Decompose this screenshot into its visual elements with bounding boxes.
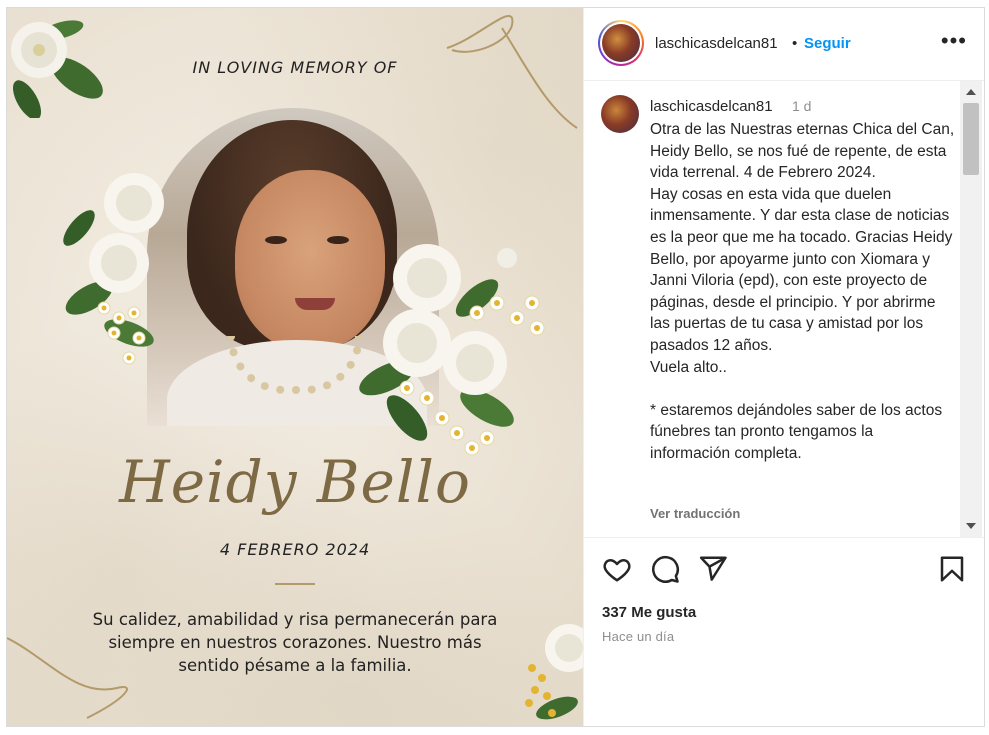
post-image[interactable]: IN LOVING MEMORY OF Heidy Bello 4 FEBRER… bbox=[7, 8, 583, 726]
post-side-panel: laschicasdelcan81 • Seguir ••• laschicas… bbox=[583, 8, 984, 726]
caption-section: laschicasdelcan81 1 d Otra de las Nuestr… bbox=[584, 81, 984, 537]
likes-count[interactable]: 337 Me gusta bbox=[602, 604, 696, 621]
post-header: laschicasdelcan81 • Seguir ••• bbox=[584, 8, 984, 81]
caption-username[interactable]: laschicasdelcan81 bbox=[650, 98, 773, 115]
caption-text: Otra de las Nuestras eternas Chica del C… bbox=[650, 121, 955, 462]
separator-dot: • bbox=[792, 35, 798, 52]
caption-avatar[interactable] bbox=[601, 95, 639, 133]
more-options-icon[interactable]: ••• bbox=[941, 28, 967, 54]
header-username[interactable]: laschicasdelcan81 bbox=[655, 35, 778, 52]
post-actions: 337 Me gusta Hace un día bbox=[584, 537, 984, 726]
bookmark-icon[interactable] bbox=[937, 554, 967, 584]
heart-icon[interactable] bbox=[602, 554, 632, 584]
scroll-thumb[interactable] bbox=[963, 103, 979, 175]
memorial-date: 4 FEBRERO 2024 bbox=[219, 540, 371, 559]
see-translation-link[interactable]: Ver traducción bbox=[650, 506, 740, 521]
flower-cluster-right bbox=[359, 244, 545, 456]
flower-bottom-right bbox=[525, 624, 583, 720]
share-icon[interactable] bbox=[698, 554, 728, 584]
memorial-heading: IN LOVING MEMORY OF bbox=[192, 58, 398, 77]
caption-scrollbar[interactable] bbox=[960, 81, 982, 537]
comment-icon[interactable] bbox=[650, 554, 680, 584]
profile-avatar[interactable] bbox=[598, 20, 644, 66]
divider bbox=[275, 583, 315, 585]
scroll-up-icon[interactable] bbox=[966, 89, 976, 95]
memorial-name: Heidy Bello bbox=[119, 448, 471, 516]
instagram-post-modal: IN LOVING MEMORY OF Heidy Bello 4 FEBRER… bbox=[6, 7, 985, 727]
memorial-message: Su calidez, amabilidad y risa permanecer… bbox=[92, 610, 498, 675]
post-time[interactable]: Hace un día bbox=[602, 629, 674, 644]
caption-timestamp[interactable]: 1 d bbox=[792, 98, 811, 114]
scroll-down-icon[interactable] bbox=[966, 523, 976, 529]
follow-button[interactable]: Seguir bbox=[804, 35, 851, 52]
flower-cluster-left bbox=[63, 173, 164, 365]
